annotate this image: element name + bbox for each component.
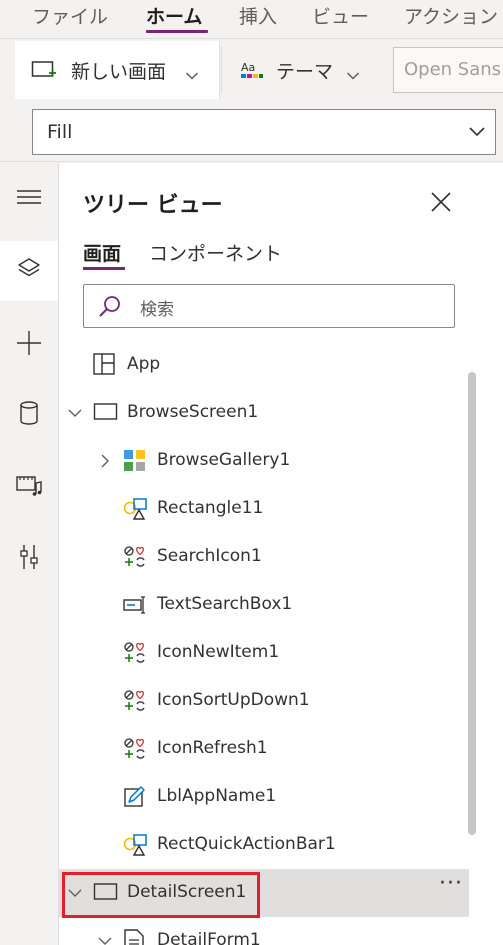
highlight-box — [62, 872, 260, 918]
tree-item-iconnewitem1[interactable]: IconNewItem1 — [59, 629, 469, 677]
rail-menu-button[interactable] — [0, 169, 58, 229]
textinput-icon — [123, 593, 149, 621]
media-icon — [15, 472, 43, 502]
hamburger-icon — [17, 188, 41, 210]
tree-item-label: IconSortUpDown1 — [157, 690, 310, 710]
tree-item-browsescreen1[interactable]: BrowseScreen1 — [59, 389, 469, 437]
menu-tab-action[interactable]: アクション — [404, 2, 498, 29]
theme-label: テーマ — [276, 61, 334, 83]
rail-media-button[interactable] — [0, 457, 58, 517]
tree-item-label: LblAppName1 — [157, 786, 277, 806]
screen-icon — [93, 401, 119, 427]
chevron-down-icon — [346, 66, 360, 85]
tree-item-label: TextSearchBox1 — [157, 594, 293, 614]
rail-tree-view-button[interactable] — [0, 241, 58, 301]
database-icon — [18, 400, 40, 430]
rail-data-button[interactable] — [0, 385, 58, 445]
menu-tab-insert[interactable]: 挿入 — [239, 2, 277, 29]
tab-active-indicator — [83, 267, 125, 270]
label-icon — [123, 785, 147, 813]
tree-item-iconsortupdown1[interactable]: IconSortUpDown1 — [59, 677, 469, 725]
shape-icon — [123, 833, 149, 861]
tree-item-iconrefresh1[interactable]: IconRefresh1 — [59, 725, 469, 773]
tree-item-label: BrowseGallery1 — [157, 450, 291, 470]
formula-bar: Fill — [0, 100, 503, 162]
form-icon — [123, 929, 145, 945]
shape-icon — [123, 497, 149, 525]
plus-icon — [16, 330, 42, 360]
tree-item-detailform1[interactable]: DetailForm1 — [59, 917, 469, 945]
tree-item-app[interactable]: App — [59, 341, 469, 389]
chevron-down-icon — [185, 66, 199, 85]
ribbon: 新しい画面 Aa テーマ Open Sans — [0, 38, 503, 100]
tree-item-label: Rectangle11 — [157, 498, 264, 518]
menu-bar: ファイル ホーム 挿入 ビュー アクション — [0, 0, 503, 38]
tree-item-textsearchbox1[interactable]: TextSearchBox1 — [59, 581, 469, 629]
property-dropdown-value: Fill — [47, 121, 73, 143]
menu-tab-home[interactable]: ホーム — [146, 2, 202, 29]
tree-scrollbar[interactable] — [468, 372, 476, 835]
rail-tools-button[interactable] — [0, 529, 58, 589]
tree-item-lblappname1[interactable]: LblAppName1 — [59, 773, 469, 821]
menu-active-indicator — [146, 30, 208, 33]
tree-item-label: RectQuickActionBar1 — [157, 834, 336, 854]
font-select[interactable]: Open Sans — [393, 47, 503, 93]
chevron-down-icon — [467, 122, 487, 146]
icon-control-icon — [123, 545, 147, 573]
new-screen-button[interactable]: 新しい画面 — [15, 41, 220, 99]
layers-icon — [16, 256, 42, 286]
gallery-icon — [123, 449, 147, 477]
search-input[interactable]: 検索 — [83, 284, 455, 328]
close-icon[interactable] — [428, 189, 454, 215]
tree-item-searchicon1[interactable]: SearchIcon1 — [59, 533, 469, 581]
rail-insert-button[interactable] — [0, 315, 58, 375]
tree-item-rectangle11[interactable]: Rectangle11 — [59, 485, 469, 533]
menu-tab-file[interactable]: ファイル — [32, 2, 108, 29]
search-placeholder: 検索 — [140, 300, 174, 320]
tree-item-label: DetailForm1 — [157, 930, 261, 945]
more-options-icon[interactable]: ··· — [439, 871, 463, 896]
search-icon — [98, 294, 122, 322]
tree-item-label: IconNewItem1 — [157, 642, 280, 662]
menu-tab-view[interactable]: ビュー — [312, 2, 369, 29]
tree-item-label: IconRefresh1 — [157, 738, 268, 758]
new-screen-label: 新しい画面 — [71, 61, 167, 83]
tree-view-panel: ツリー ビュー 画面 コンポーネント 検索 App BrowseScreen1 … — [59, 163, 503, 945]
chevron-down-icon[interactable] — [97, 933, 113, 945]
tree-item-browsegallery1[interactable]: BrowseGallery1 — [59, 437, 469, 485]
tree-item-rectquickactionbar1[interactable]: RectQuickActionBar1 — [59, 821, 469, 869]
font-select-value: Open Sans — [404, 59, 502, 80]
tools-icon — [17, 543, 41, 575]
new-screen-icon — [31, 59, 57, 85]
app-icon — [93, 353, 115, 379]
left-rail — [0, 163, 59, 945]
svg-text:Aa: Aa — [241, 61, 255, 74]
tree: App BrowseScreen1 BrowseGallery1 Rectang… — [59, 341, 469, 945]
icon-control-icon — [123, 737, 147, 765]
tree-item-label: BrowseScreen1 — [127, 402, 259, 422]
chevron-down-icon[interactable] — [67, 405, 83, 425]
chevron-right-icon[interactable] — [97, 453, 113, 473]
panel-title: ツリー ビュー — [83, 193, 223, 218]
tab-components[interactable]: コンポーネント — [149, 239, 282, 266]
theme-icon: Aa — [240, 59, 264, 85]
theme-button[interactable]: Aa テーマ — [232, 41, 382, 99]
property-dropdown[interactable]: Fill — [32, 109, 496, 155]
ribbon-divider — [221, 47, 222, 93]
tree-item-label: SearchIcon1 — [157, 546, 262, 566]
tree-item-label: App — [127, 354, 161, 374]
icon-control-icon — [123, 689, 147, 717]
tab-screens[interactable]: 画面 — [83, 239, 121, 266]
icon-control-icon — [123, 641, 147, 669]
